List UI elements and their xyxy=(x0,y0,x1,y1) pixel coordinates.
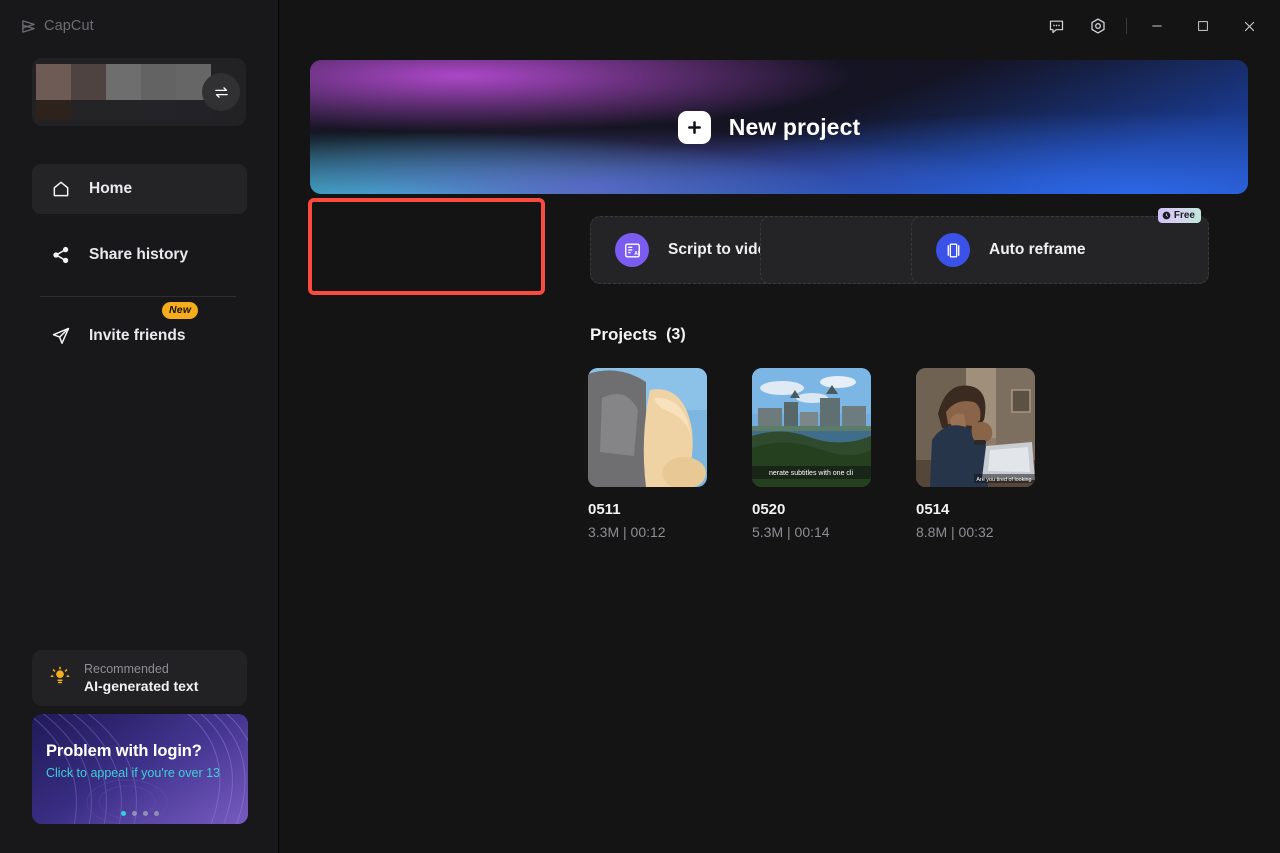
recommended-card[interactable]: Recommended AI-generated text xyxy=(32,650,247,706)
new-project-label: New project xyxy=(729,114,860,141)
projects-title: Projects xyxy=(590,325,657,345)
sidebar: Home Share history xyxy=(0,0,279,853)
projects-grid: 0511 3.3M | 00:12 xyxy=(588,368,1036,541)
thumbnail-cityscape: nerate subtitles with one cli xyxy=(752,368,871,487)
app-name: CapCut xyxy=(44,18,94,34)
project-card[interactable]: nerate subtitles with one cli 0520 5.3M … xyxy=(752,368,872,541)
recommended-title: AI-generated text xyxy=(84,677,198,695)
project-thumbnail[interactable]: Are you tired of looking xyxy=(916,368,1035,487)
promo-subtitle: Click to appeal if you're over 13 xyxy=(46,765,236,782)
clock-icon xyxy=(1162,211,1171,220)
project-name: 0514 xyxy=(916,501,1036,519)
maximize-button[interactable] xyxy=(1180,6,1226,46)
thumbnail-anime xyxy=(588,368,707,487)
project-thumbnail[interactable] xyxy=(588,368,707,487)
sidebar-item-label: Home xyxy=(89,180,132,198)
svg-text:Are you tired of looking: Are you tired of looking xyxy=(976,477,1031,483)
project-meta: 5.3M | 00:14 xyxy=(752,523,872,541)
sidebar-item-share-history[interactable]: Share history xyxy=(32,230,247,280)
promo-carousel-dots[interactable] xyxy=(32,811,248,816)
new-project-banner[interactable]: New project xyxy=(310,60,1248,194)
new-badge: New xyxy=(162,302,198,319)
recommended-eyebrow: Recommended xyxy=(84,662,198,677)
app-logo: CapCut xyxy=(20,18,94,35)
feedback-icon[interactable] xyxy=(1035,6,1077,46)
free-badge: Free xyxy=(1158,208,1201,223)
send-icon xyxy=(50,326,71,347)
user-profile[interactable] xyxy=(32,58,246,126)
script-to-video-icon: AI xyxy=(615,233,649,267)
project-meta: 3.3M | 00:12 xyxy=(588,523,708,541)
project-name: 0520 xyxy=(752,501,872,519)
promo-title: Problem with login? xyxy=(46,742,202,761)
censored-username xyxy=(36,64,211,120)
sidebar-item-invite-friends[interactable]: Invite friends New xyxy=(32,311,247,361)
title-bar: CapCut xyxy=(0,0,1280,52)
sidebar-item-home[interactable]: Home xyxy=(32,164,247,214)
capcut-logo-icon xyxy=(20,18,37,35)
plus-icon xyxy=(678,111,711,144)
sidebar-divider xyxy=(40,296,236,297)
close-button[interactable] xyxy=(1226,6,1272,46)
action-card-label: Auto reframe xyxy=(989,241,1085,259)
svg-text:nerate subtitles with one cli: nerate subtitles with one cli xyxy=(769,470,853,477)
minimize-button[interactable] xyxy=(1134,6,1180,46)
project-card[interactable]: Are you tired of looking 0514 8.8M | 00:… xyxy=(916,368,1036,541)
projects-count: (3) xyxy=(666,326,686,344)
titlebar-divider xyxy=(1126,18,1127,34)
action-card-auto-reframe[interactable]: Auto reframe Free xyxy=(911,216,1209,284)
project-card[interactable]: 0511 3.3M | 00:12 xyxy=(588,368,708,541)
sidebar-item-label: Invite friends xyxy=(89,327,185,345)
project-thumbnail[interactable]: nerate subtitles with one cli xyxy=(752,368,871,487)
sidebar-item-label: Share history xyxy=(89,246,188,264)
share-icon xyxy=(50,245,71,266)
svg-text:AI: AI xyxy=(634,250,640,256)
home-icon xyxy=(50,179,71,200)
free-badge-label: Free xyxy=(1174,210,1195,221)
settings-icon[interactable] xyxy=(1077,6,1119,46)
auto-reframe-icon xyxy=(936,233,970,267)
project-name: 0511 xyxy=(588,501,708,519)
capcut-window: CapCut xyxy=(0,0,1280,853)
thumbnail-man-at-laptop: Are you tired of looking xyxy=(916,368,1035,487)
promo-card[interactable]: Problem with login? Click to appeal if y… xyxy=(32,714,248,824)
main-content: New project AI Script to video xyxy=(279,0,1280,853)
window-controls xyxy=(1035,0,1280,52)
sidebar-nav: Home Share history xyxy=(32,164,247,377)
lightbulb-icon xyxy=(49,665,71,692)
project-meta: 8.8M | 00:32 xyxy=(916,523,1036,541)
switch-account-icon[interactable] xyxy=(202,73,240,111)
projects-header: Projects (3) xyxy=(590,318,1280,352)
